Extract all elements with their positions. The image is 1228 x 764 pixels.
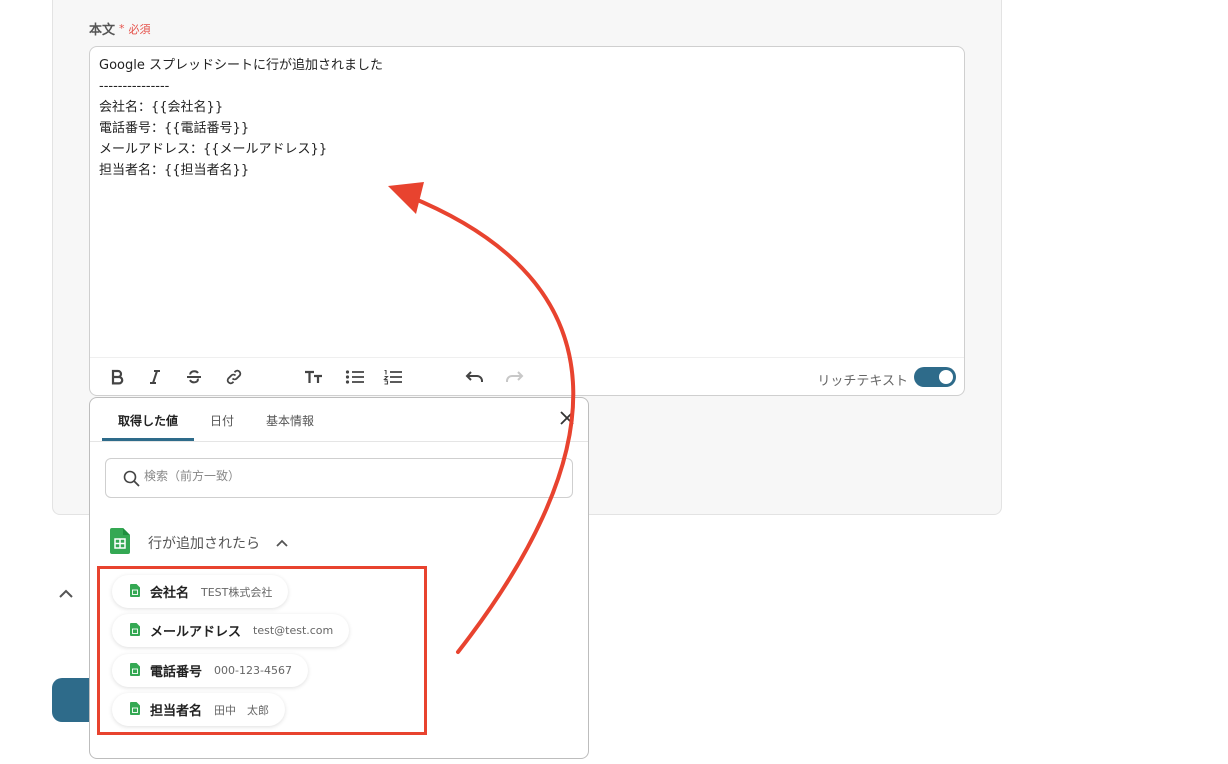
bullet-list-icon[interactable] xyxy=(343,366,367,388)
chevron-up-icon[interactable] xyxy=(276,536,288,550)
editor-line: --------------- xyxy=(99,79,170,94)
search-icon xyxy=(123,470,140,491)
redo-icon[interactable] xyxy=(502,366,526,388)
strikethrough-icon[interactable] xyxy=(182,366,206,388)
link-icon[interactable] xyxy=(222,366,246,388)
editor-line: 電話番号：{{電話番号}} xyxy=(99,121,250,136)
rich-text-label: リッチテキスト xyxy=(817,374,908,389)
section-title: 行が追加されたら xyxy=(148,536,260,552)
editor-content[interactable]: Google スプレッドシートに行が追加されました --------------… xyxy=(99,55,383,181)
italic-icon[interactable] xyxy=(143,366,167,388)
rich-text-toggle[interactable] xyxy=(914,367,956,387)
undo-icon[interactable] xyxy=(463,366,487,388)
tab-fetched-values[interactable]: 取得した値 xyxy=(118,412,178,429)
editor-line: Google スプレッドシートに行が追加されました xyxy=(99,58,383,73)
tab-basic-info[interactable]: 基本情報 xyxy=(266,412,314,429)
field-label-text: 本文 xyxy=(89,23,116,38)
field-label: 本文 * 必須 xyxy=(89,19,151,38)
editor-line: メールアドレス：{{メールアドレス}} xyxy=(99,142,328,157)
tab-date[interactable]: 日付 xyxy=(210,412,234,429)
editor-line: 会社名：{{会社名}} xyxy=(99,100,224,115)
popup-tabs: 取得した値 日付 基本情報 xyxy=(90,398,588,442)
text-size-icon[interactable] xyxy=(302,366,326,388)
editor-toolbar: リッチテキスト xyxy=(90,357,964,395)
numbered-list-icon[interactable] xyxy=(381,366,405,388)
close-icon[interactable] xyxy=(560,409,574,430)
search-input[interactable] xyxy=(144,469,544,483)
google-sheets-icon xyxy=(110,528,130,558)
annotation-highlight-box xyxy=(97,566,427,735)
body-editor[interactable]: Google スプレッドシートに行が追加されました --------------… xyxy=(89,46,965,396)
required-mark: * xyxy=(119,22,125,35)
chevron-up-icon[interactable] xyxy=(58,584,74,603)
editor-line: 担当者名：{{担当者名}} xyxy=(99,163,250,178)
required-text: 必須 xyxy=(128,22,151,36)
active-tab-indicator xyxy=(102,438,194,441)
trigger-section-header[interactable]: 行が追加されたら xyxy=(110,528,288,558)
search-box xyxy=(105,458,573,498)
bold-icon[interactable] xyxy=(105,366,129,388)
